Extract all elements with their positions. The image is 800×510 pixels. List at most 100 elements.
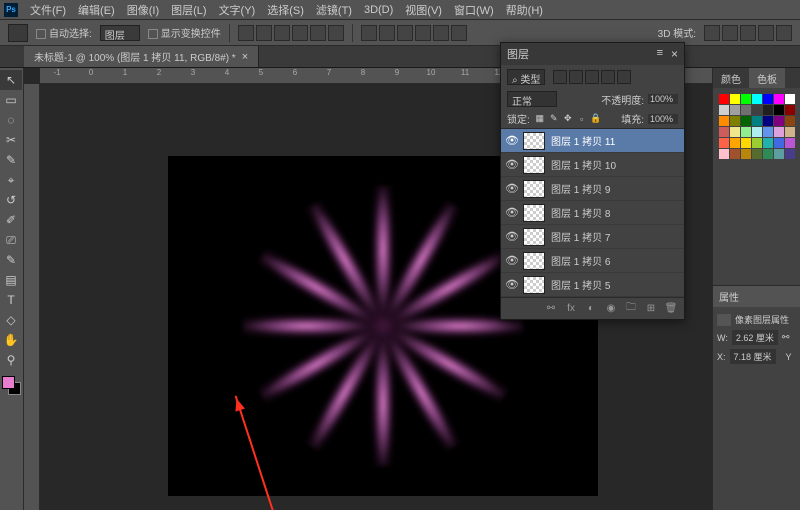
auto-select-target[interactable]: 图层 (100, 25, 140, 41)
layer-row[interactable]: 👁图层 1 拷贝 8 (501, 201, 684, 225)
tool-button[interactable]: ✋ (0, 330, 22, 350)
blend-mode-select[interactable]: 正常 (507, 91, 557, 107)
menu-item[interactable]: 文件(F) (24, 0, 72, 20)
swatch[interactable] (785, 138, 795, 148)
swatch[interactable] (774, 116, 784, 126)
layer-fx-icon[interactable]: fx (564, 302, 578, 316)
mode3d-btn[interactable] (740, 25, 756, 41)
layer-thumbnail[interactable] (523, 156, 545, 174)
swatch[interactable] (785, 105, 795, 115)
swatch[interactable] (719, 149, 729, 159)
opacity-value[interactable]: 100% (648, 94, 678, 104)
swatch[interactable] (785, 149, 795, 159)
swatch[interactable] (752, 116, 762, 126)
tool-button[interactable]: ▭ (0, 90, 22, 110)
swatch[interactable] (730, 138, 740, 148)
visibility-icon[interactable]: 👁 (505, 206, 517, 219)
align-btn[interactable] (274, 25, 290, 41)
swatch[interactable] (719, 138, 729, 148)
width-value[interactable]: 2.62 厘米 (732, 330, 778, 345)
swatch[interactable] (763, 127, 773, 137)
distribute-btn[interactable] (379, 25, 395, 41)
swatch[interactable] (763, 116, 773, 126)
mode3d-btn[interactable] (722, 25, 738, 41)
tool-button[interactable]: ↖ (0, 70, 22, 90)
layer-thumbnail[interactable] (523, 276, 545, 294)
swatch[interactable] (774, 94, 784, 104)
tool-button[interactable]: ⌖ (0, 170, 22, 190)
mode3d-btn[interactable] (704, 25, 720, 41)
layer-mask-icon[interactable]: ◐ (584, 302, 598, 316)
swatch[interactable] (730, 127, 740, 137)
visibility-icon[interactable]: 👁 (505, 158, 517, 171)
fill-value[interactable]: 100% (648, 114, 678, 124)
layer-thumbnail[interactable] (523, 228, 545, 246)
tool-button[interactable]: ⚲ (0, 350, 22, 370)
layer-row[interactable]: 👁图层 1 拷贝 11 (501, 129, 684, 153)
swatch[interactable] (774, 138, 784, 148)
swatch[interactable] (741, 127, 751, 137)
tool-button[interactable]: ✐ (0, 210, 22, 230)
lock-all-icon[interactable]: 🔒 (590, 113, 602, 125)
swatch[interactable] (785, 94, 795, 104)
swatch[interactable] (752, 127, 762, 137)
swatch[interactable] (785, 127, 795, 137)
lock-position-icon[interactable]: ✥ (562, 113, 574, 125)
lock-pixels-icon[interactable]: ✎ (548, 113, 560, 125)
layer-row[interactable]: 👁图层 1 拷贝 9 (501, 177, 684, 201)
swatch[interactable] (774, 105, 784, 115)
swatch[interactable] (785, 116, 795, 126)
link-icon[interactable]: ⚯ (782, 332, 790, 343)
swatch[interactable] (719, 105, 729, 115)
adjustment-layer-icon[interactable]: ◉ (604, 302, 618, 316)
delete-layer-icon[interactable]: 🗑 (664, 302, 678, 316)
layer-row[interactable]: 👁图层 1 拷贝 5 (501, 273, 684, 297)
align-btn[interactable] (328, 25, 344, 41)
swatch[interactable] (719, 94, 729, 104)
tool-button[interactable]: ◇ (0, 310, 22, 330)
visibility-icon[interactable]: 👁 (505, 230, 517, 243)
menu-item[interactable]: 滤镜(T) (310, 0, 358, 20)
tool-button[interactable]: ↺ (0, 190, 22, 210)
swatch[interactable] (763, 105, 773, 115)
menu-item[interactable]: 视图(V) (399, 0, 448, 20)
layer-row[interactable]: 👁图层 1 拷贝 10 (501, 153, 684, 177)
filter-pixel-icon[interactable] (553, 70, 567, 84)
tool-button[interactable]: ✂ (0, 130, 22, 150)
menu-item[interactable]: 图像(I) (121, 0, 165, 20)
foreground-color[interactable] (2, 376, 15, 389)
distribute-btn[interactable] (415, 25, 431, 41)
visibility-icon[interactable]: 👁 (505, 278, 517, 291)
filter-adjust-icon[interactable] (569, 70, 583, 84)
swatch[interactable] (752, 138, 762, 148)
distribute-btn[interactable] (451, 25, 467, 41)
swatch[interactable] (741, 94, 751, 104)
close-icon[interactable]: × (671, 47, 678, 61)
color-tab[interactable]: 颜色 (713, 68, 749, 89)
menu-item[interactable]: 图层(L) (165, 0, 212, 20)
swatch[interactable] (741, 149, 751, 159)
swatch[interactable] (752, 105, 762, 115)
align-btn[interactable] (310, 25, 326, 41)
lock-artboard-icon[interactable]: ▫ (576, 113, 588, 125)
filter-type-icon[interactable] (585, 70, 599, 84)
layer-row[interactable]: 👁图层 1 拷贝 6 (501, 249, 684, 273)
x-value[interactable]: 7.18 厘米 (730, 349, 776, 364)
mode3d-btn[interactable] (776, 25, 792, 41)
swatch[interactable] (752, 94, 762, 104)
align-btn[interactable] (292, 25, 308, 41)
menu-item[interactable]: 3D(D) (358, 2, 399, 18)
layer-thumbnail[interactable] (523, 132, 545, 150)
swatch[interactable] (741, 116, 751, 126)
align-btn[interactable] (238, 25, 254, 41)
link-layers-icon[interactable]: ⚯ (544, 302, 558, 316)
layer-thumbnail[interactable] (523, 180, 545, 198)
distribute-btn[interactable] (397, 25, 413, 41)
tool-button[interactable]: ✎ (0, 150, 22, 170)
layer-filter-kind[interactable]: ⌕ 类型 (507, 69, 545, 85)
show-transform-checkbox[interactable] (148, 29, 158, 39)
tool-button[interactable]: ▤ (0, 270, 22, 290)
visibility-icon[interactable]: 👁 (505, 134, 517, 147)
align-btn[interactable] (256, 25, 272, 41)
document-tab[interactable]: 未标题-1 @ 100% (图层 1 拷贝 11, RGB/8#) * × (24, 46, 259, 67)
